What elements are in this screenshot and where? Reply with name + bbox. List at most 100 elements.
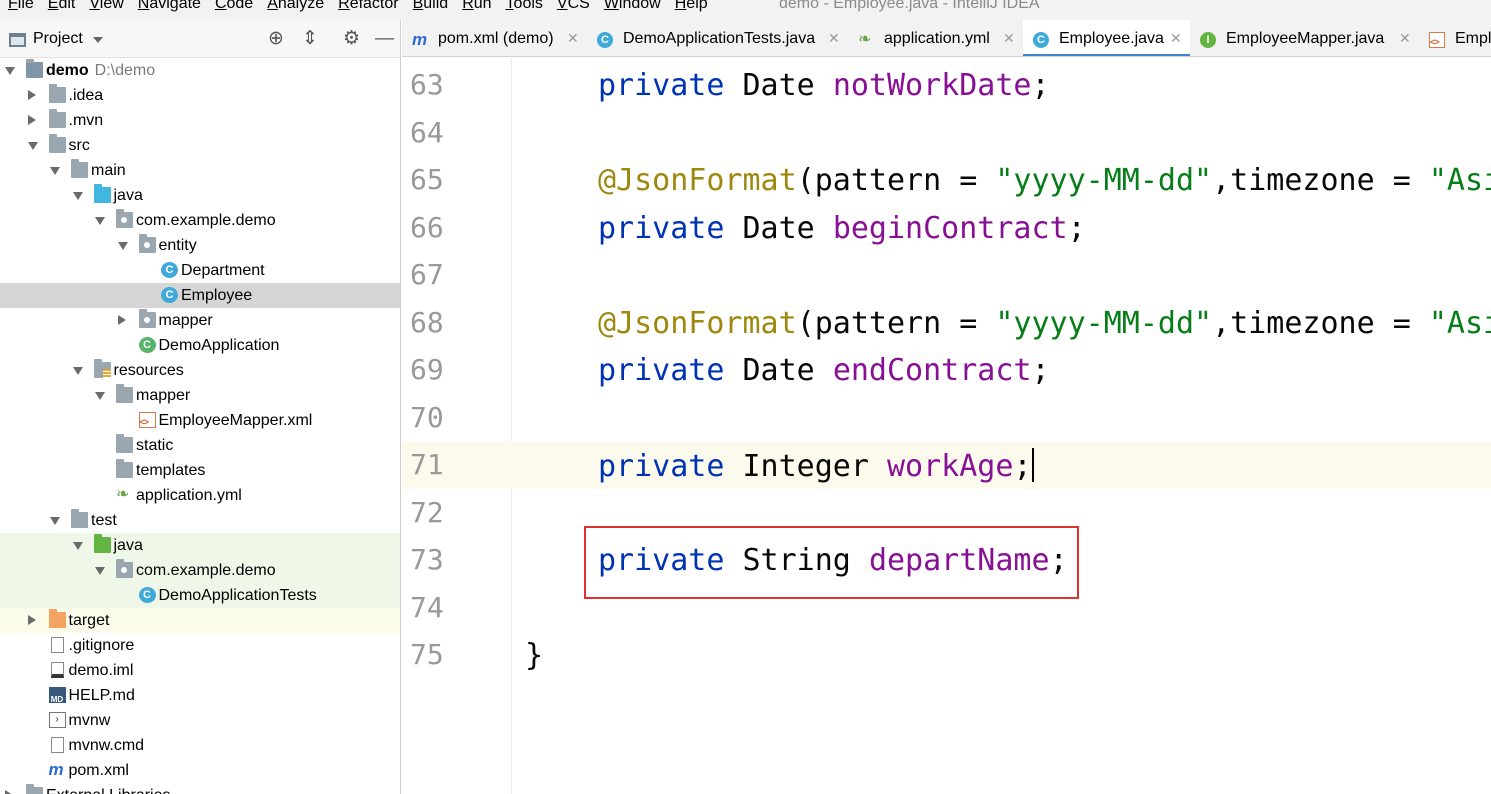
tree-item-label: target (68, 612, 110, 629)
tree-item-mvn[interactable]: .mvn (0, 108, 400, 133)
tree-item-mvnw[interactable]: › mvnw (0, 708, 400, 733)
tree-item-label: src (68, 137, 90, 154)
tree-item-demoapplicationtests[interactable]: C DemoApplicationTests (0, 583, 400, 608)
tab-label: pom.xml (demo) (438, 30, 554, 47)
menu-code[interactable]: Code (215, 0, 253, 13)
tree-item-mvnw-cmd[interactable]: mvnw.cmd (0, 733, 400, 758)
close-icon[interactable]: ✕ (567, 30, 579, 47)
tab-demoapplicationtests-java[interactable]: C DemoApplicationTests.java ✕ (587, 20, 848, 56)
tree-item-idea[interactable]: .idea (0, 83, 400, 108)
chevron-down-icon[interactable] (95, 567, 105, 575)
close-icon[interactable]: ✕ (1170, 30, 1182, 47)
code-text: } (525, 638, 544, 673)
menu-refactor[interactable]: Refactor (338, 0, 398, 13)
chevron-down-icon[interactable] (72, 192, 83, 200)
code-editor[interactable]: 63 private Date notWorkDate; 64 65 @JsonForm… (402, 58, 1491, 794)
tree-item-resources[interactable]: resources (0, 358, 400, 383)
menu-edit[interactable]: Edit (48, 0, 76, 13)
menu-view[interactable]: View (89, 0, 123, 13)
chevron-right-icon[interactable] (27, 90, 36, 100)
chevron-down-icon[interactable] (50, 517, 60, 525)
tree-item-test[interactable]: test (0, 508, 400, 533)
menu-build[interactable]: Build (413, 0, 449, 13)
package-icon (116, 559, 133, 578)
tree-item-demo[interactable]: demo D:\demo (0, 58, 400, 83)
tree-item-com-example-demo[interactable]: com.example.demo (0, 558, 400, 583)
menu-navigate[interactable]: Navigate (138, 0, 201, 13)
tree-item-pom-xml[interactable]: m pom.xml (0, 758, 400, 783)
chevron-down-icon[interactable] (72, 367, 83, 375)
project-panel-title[interactable]: Project (33, 30, 83, 48)
chevron-down-icon[interactable] (93, 37, 103, 43)
package-icon (138, 309, 156, 328)
tree-item-main[interactable]: main (0, 158, 400, 183)
tree-item-label: HELP.md (68, 687, 135, 704)
tree-item-label: External Libraries (46, 787, 171, 794)
chevron-down-icon[interactable] (50, 167, 60, 175)
tree-item-templates[interactable]: templates (0, 458, 400, 483)
line-number: 66 (410, 210, 444, 244)
tree-item-java[interactable]: java (0, 533, 400, 558)
chevron-down-icon[interactable] (95, 217, 105, 225)
menu-file[interactable]: File (8, 0, 34, 13)
chevron-right-icon[interactable] (5, 790, 13, 794)
chevron-right-icon[interactable] (27, 615, 36, 625)
tree-item-mapper[interactable]: mapper (0, 383, 400, 408)
tree-item-department[interactable]: C Department (0, 258, 400, 283)
tab-emplo[interactable]: Emplo (1419, 20, 1491, 56)
menu-window[interactable]: Window (604, 0, 661, 13)
chevron-down-icon[interactable] (117, 242, 128, 250)
chevron-down-icon[interactable] (27, 142, 38, 150)
line-number: 63 (410, 68, 444, 101)
tree-item-src[interactable]: src (0, 133, 400, 158)
hide-panel-icon[interactable]: — (375, 28, 394, 50)
close-icon[interactable]: ✕ (828, 30, 840, 47)
chevron-right-icon[interactable] (27, 115, 36, 125)
code-line: 65 @JsonFormat(pattern = "yyyy-MM-dd",tim… (402, 155, 1491, 203)
tree-item-java[interactable]: java (0, 183, 400, 208)
gear-icon[interactable]: ⚙ (343, 28, 360, 50)
tree-item-external-libraries[interactable]: External Libraries (0, 783, 400, 794)
shell-script-icon: › (48, 712, 66, 728)
tree-item-target[interactable]: target (0, 608, 400, 633)
tree-item-entity[interactable]: entity (0, 233, 400, 258)
locate-file-icon[interactable]: ⊕ (268, 28, 284, 50)
menu-analyze[interactable]: Analyze (267, 0, 324, 13)
close-icon[interactable]: ✕ (1399, 30, 1411, 47)
tree-item-demoapplication[interactable]: C DemoApplication (0, 333, 400, 358)
tree-item-help-md[interactable]: MD HELP.md (0, 683, 400, 708)
collapse-all-icon[interactable]: ⇕ (302, 28, 318, 50)
menu-vcs[interactable]: VCS (557, 0, 590, 13)
project-tree: demo D:\demo .idea .mvn src main java com.examp… (0, 58, 400, 794)
tree-item-gitignore[interactable]: .gitignore (0, 633, 400, 658)
tab-employee-java[interactable]: C Employee.java ✕ (1023, 20, 1190, 56)
tree-item-static[interactable]: static (0, 433, 400, 458)
tree-item-label: DemoApplication (158, 337, 280, 354)
chevron-down-icon[interactable] (95, 392, 105, 400)
source-folder-icon (93, 184, 111, 203)
tab-label: application.yml (884, 30, 990, 47)
tab-application-yml[interactable]: ❧ application.yml ✕ (848, 20, 1023, 56)
tree-item-mapper[interactable]: mapper (0, 308, 400, 333)
code-line: 68 @JsonFormat(pattern = "yyyy-MM-dd",tim… (402, 298, 1491, 346)
menu-tools[interactable]: Tools (506, 0, 543, 13)
tree-item-demo-iml[interactable]: demo.iml (0, 658, 400, 683)
chevron-down-icon[interactable] (72, 542, 83, 550)
tree-item-employee[interactable]: C Employee (0, 283, 400, 308)
chevron-down-icon[interactable] (5, 67, 15, 75)
tree-item-com-example-demo[interactable]: com.example.demo (0, 208, 400, 233)
tab-pom-xml-demo[interactable]: m pom.xml (demo) ✕ (402, 20, 587, 56)
tree-item-application-yml[interactable]: ❧ application.yml (0, 483, 400, 508)
tab-employeemapper-java[interactable]: I EmployeeMapper.java ✕ (1190, 20, 1419, 56)
class-icon: C (597, 32, 613, 48)
close-icon[interactable]: ✕ (1003, 30, 1015, 47)
menu-help[interactable]: Help (675, 0, 708, 13)
code-text: private Date notWorkDate; (598, 68, 1050, 103)
tree-item-employeemapper-xml[interactable]: EmployeeMapper.xml (0, 408, 400, 433)
menu-run[interactable]: Run (462, 0, 491, 13)
interface-icon: I (1200, 32, 1216, 48)
chevron-right-icon[interactable] (117, 315, 126, 325)
tree-item-label: resources (113, 362, 184, 379)
text-file-icon (50, 737, 64, 753)
folder-icon (48, 84, 66, 103)
